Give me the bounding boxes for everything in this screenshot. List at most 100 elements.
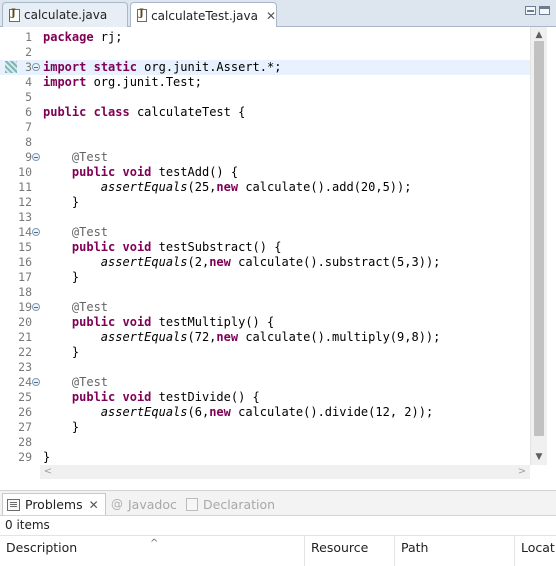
tab-declaration[interactable]: Declaration (186, 493, 275, 515)
bottom-panel-tabs: Problems ✕ @ Javadoc Declaration (0, 490, 556, 516)
code-text: @Test (71, 150, 109, 164)
code-text: } (43, 195, 80, 209)
line-number: 8 (25, 135, 32, 149)
code-line[interactable]: 14 @Test (0, 225, 530, 240)
line-number: 27 (18, 420, 32, 434)
code-line[interactable]: 21 assertEquals(72,new calculate().multi… (0, 330, 530, 345)
java-file-icon (9, 8, 20, 22)
code-line[interactable]: 19 @Test (0, 300, 530, 315)
code-line[interactable]: 5 (0, 90, 530, 105)
line-number: 5 (25, 90, 32, 104)
line-number: 15 (18, 240, 32, 254)
code-text: public void testMultiply() { (71, 315, 275, 329)
column-header-location[interactable]: Location (515, 536, 556, 566)
code-line[interactable]: 3 import static org.junit.Assert.*; (0, 60, 530, 75)
code-line[interactable]: 24 @Test (0, 375, 530, 390)
fold-toggle-icon[interactable] (32, 63, 40, 71)
code-line[interactable]: 26 assertEquals(6,new calculate().divide… (0, 405, 530, 420)
code-line[interactable]: 7 (0, 120, 530, 135)
editor-tab-bar: calculate.java calculateTest.java ✕ (0, 0, 556, 28)
tab-label: Javadoc (128, 496, 177, 512)
scroll-down-icon[interactable]: ▼ (534, 452, 544, 462)
code-line[interactable]: 11 assertEquals(25,new calculate().add(2… (0, 180, 530, 195)
tab-javadoc[interactable]: @ Javadoc (111, 493, 177, 515)
code-text: assertEquals(2,new calculate().substract… (100, 255, 441, 269)
line-number: 28 (18, 435, 32, 449)
scroll-left-icon[interactable]: < (42, 466, 54, 478)
tab-problems[interactable]: Problems ✕ (2, 493, 106, 515)
tab-calculatetest-java[interactable]: calculateTest.java ✕ (130, 2, 277, 28)
code-line[interactable]: 12 } (0, 195, 530, 210)
code-line[interactable]: 10 public void testAdd() { (0, 165, 530, 180)
code-line[interactable]: 23 (0, 360, 530, 375)
fold-toggle-icon[interactable] (32, 228, 40, 236)
code-editor[interactable]: 1 package rj; 2 3 import static org.junit.As… (0, 27, 556, 479)
horizontal-scrollbar[interactable]: < > (40, 465, 530, 479)
line-number: 11 (18, 180, 32, 194)
code-text: package rj; (43, 30, 123, 44)
scroll-up-icon[interactable]: ▲ (534, 30, 544, 40)
line-number: 7 (25, 120, 32, 134)
line-number: 26 (18, 405, 32, 419)
code-line[interactable]: 22 } (0, 345, 530, 360)
line-number: 14 (18, 225, 32, 239)
fold-toggle-icon[interactable] (32, 303, 40, 311)
column-header-path[interactable]: Path (395, 536, 515, 566)
line-number: 21 (18, 330, 32, 344)
code-line[interactable]: 20 public void testMultiply() { (0, 315, 530, 330)
line-number: 24 (18, 375, 32, 389)
code-line[interactable]: 8 (0, 135, 530, 150)
code-line[interactable]: 6 public class calculateTest { (0, 105, 530, 120)
code-line[interactable]: 2 (0, 45, 530, 60)
column-header-description[interactable]: Description ^ (0, 536, 305, 566)
code-line[interactable]: 29} (0, 450, 530, 465)
code-line[interactable]: 1 package rj; (0, 30, 530, 45)
code-line[interactable]: 27 } (0, 420, 530, 435)
code-line[interactable]: 4 import org.junit.Test; (0, 75, 530, 90)
scroll-right-icon[interactable]: > (516, 466, 528, 478)
code-text: @Test (71, 375, 109, 389)
maximize-icon[interactable] (539, 6, 550, 15)
java-file-icon (137, 8, 148, 22)
line-number: 19 (18, 300, 32, 314)
code-text: import static org.junit.Assert.*; (43, 60, 282, 74)
column-header-resource[interactable]: Resource (305, 536, 395, 566)
javadoc-icon: @ (111, 497, 123, 511)
fold-toggle-icon[interactable] (32, 378, 40, 386)
code-text: } (43, 450, 51, 464)
declaration-icon (186, 497, 198, 511)
line-number: 1 (25, 30, 32, 44)
line-number: 4 (25, 75, 32, 89)
code-text: public void testSubstract() { (71, 240, 282, 254)
code-line[interactable]: 16 assertEquals(2,new calculate().substr… (0, 255, 530, 270)
code-line[interactable]: 28 (0, 435, 530, 450)
close-tab-icon[interactable]: ✕ (266, 9, 276, 23)
code-text: assertEquals(6,new calculate().divide(12… (100, 405, 434, 419)
close-tab-icon[interactable]: ✕ (89, 498, 99, 512)
code-text: @Test (71, 300, 109, 314)
problems-table-header: Description ^ Resource Path Location (0, 535, 556, 566)
scroll-thumb[interactable] (534, 41, 544, 436)
line-number: 6 (25, 105, 32, 119)
code-line[interactable]: 18 (0, 285, 530, 300)
code-text: } (43, 345, 80, 359)
code-text: assertEquals(72,new calculate().multiply… (100, 330, 441, 344)
tab-label: calculate.java (24, 8, 108, 22)
line-number: 17 (18, 270, 32, 284)
sort-caret-icon: ^ (150, 538, 159, 549)
code-line[interactable]: 15 public void testSubstract() { (0, 240, 530, 255)
fold-toggle-icon[interactable] (32, 153, 40, 161)
tab-label: Declaration (203, 496, 276, 512)
line-number: 12 (18, 195, 32, 209)
problems-icon (7, 498, 20, 511)
tab-calculate-java[interactable]: calculate.java (2, 2, 128, 27)
code-line[interactable]: 17 } (0, 270, 530, 285)
code-text: public void testDivide() { (71, 390, 260, 404)
code-line[interactable]: 9 @Test (0, 150, 530, 165)
line-number: 25 (18, 390, 32, 404)
vertical-scrollbar[interactable]: ▲ ▼ (530, 27, 547, 465)
code-text: } (43, 270, 80, 284)
minimize-icon[interactable] (525, 6, 536, 15)
code-line[interactable]: 13 (0, 210, 530, 225)
code-line[interactable]: 25 public void testDivide() { (0, 390, 530, 405)
